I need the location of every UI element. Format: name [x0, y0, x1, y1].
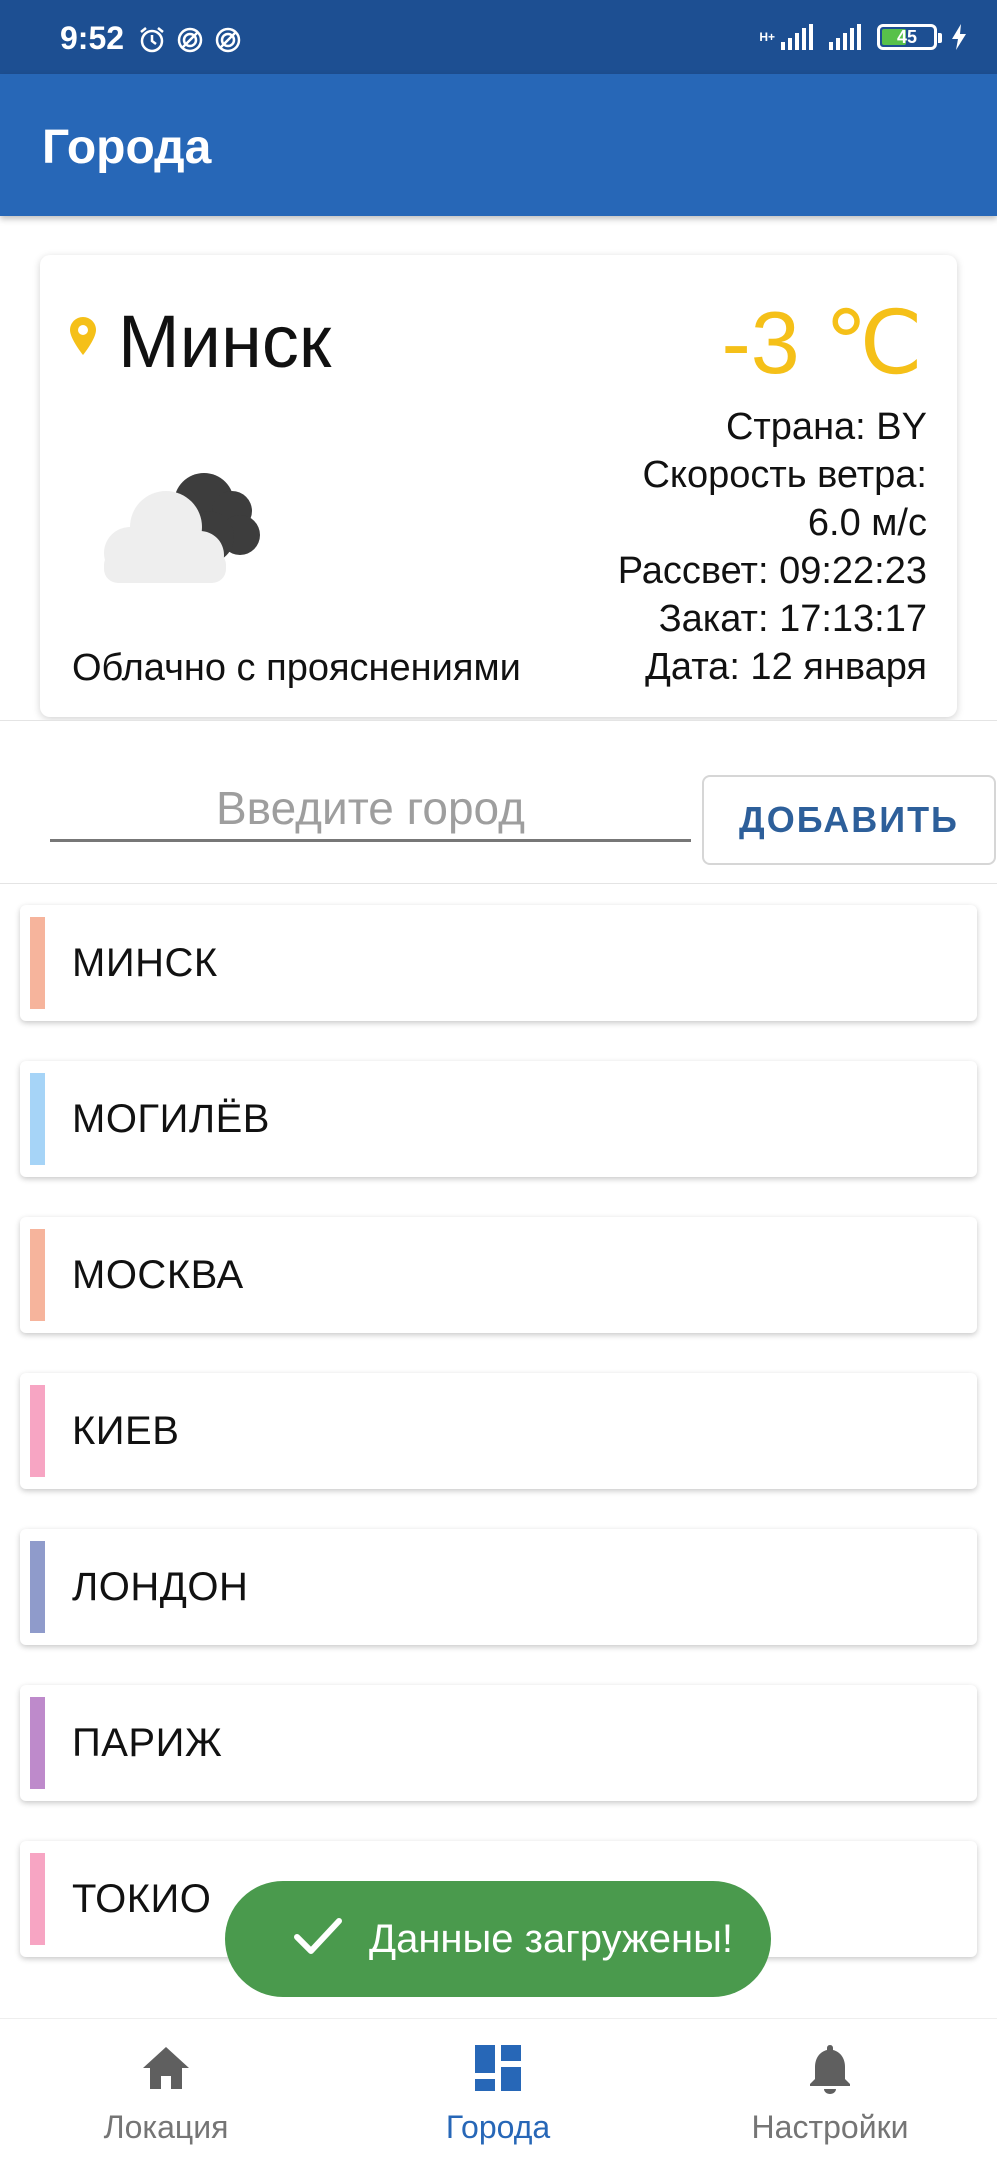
weather-sunrise: Рассвет: 09:22:23 — [617, 550, 927, 592]
city-item-kyiv[interactable]: КИЕВ — [20, 1373, 977, 1489]
bottom-navigation: Локация Города Настройки — [0, 2018, 997, 2160]
nav-item-location[interactable]: Локация — [0, 2019, 332, 2160]
partly-cloudy-icon — [104, 473, 260, 583]
city-color-bar — [30, 1541, 45, 1633]
status-bar: 9:52 H+ 45 — [0, 0, 997, 74]
status-notification-icons — [138, 26, 242, 54]
city-color-bar — [30, 1229, 45, 1321]
city-item-label: ПАРИЖ — [72, 1721, 223, 1765]
city-item-label: МОСКВА — [72, 1253, 244, 1297]
weather-country: Страна: BY — [725, 406, 927, 448]
current-weather-card: Минск -3 ℃ Страна: BY Скорость ветра: 6.… — [40, 255, 957, 717]
nav-label-cities: Города — [445, 2109, 551, 2145]
weather-temperature: -3 ℃ — [721, 293, 923, 392]
city-item-label: КИЕВ — [72, 1409, 180, 1453]
city-color-bar — [30, 1385, 45, 1477]
weather-city-name: Минск — [118, 300, 332, 383]
nav-item-settings[interactable]: Настройки — [664, 2019, 996, 2160]
nav-label-location: Локация — [103, 2109, 229, 2145]
weather-description: Облачно с прояснениями — [72, 647, 521, 689]
city-item-label: ЛОНДОН — [72, 1565, 249, 1609]
city-color-bar — [30, 1853, 45, 1945]
city-list: МИНСК МОГИЛЁВ МОСКВА КИЕВ ЛОНДОН ПАРИЖ Т… — [20, 905, 977, 1997]
weather-sunset: Закат: 17:13:17 — [658, 598, 927, 640]
dashboard-icon — [475, 2045, 521, 2091]
city-color-bar — [30, 917, 45, 1009]
city-item-london[interactable]: ЛОНДОН — [20, 1529, 977, 1645]
toast-notification: Данные загружены! — [225, 1881, 771, 1997]
add-city-button[interactable]: ДОБАВИТЬ — [702, 775, 996, 865]
weather-wind-label: Скорость ветра: — [642, 454, 927, 496]
weather-wind-value: 6.0 м/с — [807, 502, 927, 544]
weather-date: Дата: 12 января — [645, 646, 927, 688]
check-icon — [294, 1918, 342, 1954]
toast-message: Данные загружены! — [369, 1917, 734, 1961]
city-item-label: ТОКИО — [72, 1877, 212, 1921]
alarm-icon — [140, 27, 164, 53]
city-item-mogilev[interactable]: МОГИЛЁВ — [20, 1061, 977, 1177]
city-input[interactable] — [50, 776, 691, 842]
city-item-moscow[interactable]: МОСКВА — [20, 1217, 977, 1333]
app-bar: Города — [0, 74, 997, 216]
charging-icon — [952, 24, 966, 50]
nav-label-settings: Настройки — [751, 2109, 909, 2145]
add-city-row: ДОБАВИТЬ — [0, 720, 997, 884]
bell-icon — [810, 2045, 850, 2094]
city-color-bar — [30, 1073, 45, 1165]
network-type-label: H+ — [759, 30, 775, 44]
battery-level: 45 — [896, 26, 918, 47]
signal-icon — [781, 24, 813, 50]
city-item-paris[interactable]: ПАРИЖ — [20, 1685, 977, 1801]
do-not-disturb-icon — [177, 27, 203, 53]
status-time: 9:52 — [60, 20, 125, 56]
status-system-icons: H+ 45 — [759, 24, 967, 50]
page-title: Города — [42, 121, 212, 174]
location-pin-icon — [70, 317, 96, 355]
city-item-minsk[interactable]: МИНСК — [20, 905, 977, 1021]
signal-icon-2 — [829, 24, 861, 50]
city-item-label: МИНСК — [72, 941, 218, 985]
city-item-label: МОГИЛЁВ — [72, 1097, 270, 1141]
home-icon — [143, 2047, 189, 2089]
battery-icon: 45 — [877, 24, 942, 50]
nav-item-cities[interactable]: Города — [332, 2019, 664, 2160]
city-color-bar — [30, 1697, 45, 1789]
weather-details: Страна: BY Скорость ветра: 6.0 м/с Рассв… — [618, 403, 927, 691]
sync-icon — [215, 27, 241, 53]
